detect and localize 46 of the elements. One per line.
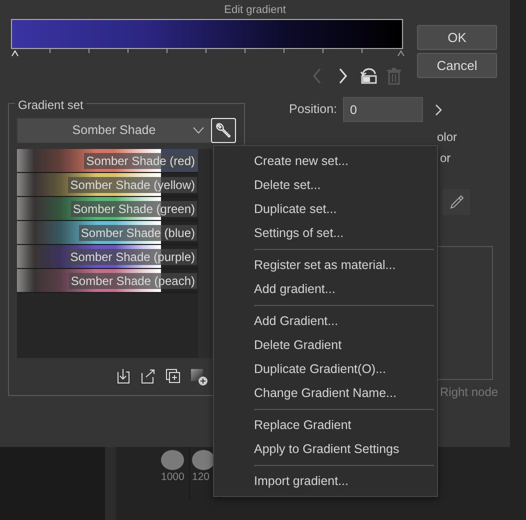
chevron-right-icon[interactable]	[435, 104, 443, 116]
dialog-button[interactable]: OK	[417, 25, 497, 50]
gradient-item[interactable]: Somber Shade (purple)	[17, 245, 198, 269]
menu-item[interactable]: Add gradient...	[214, 277, 437, 301]
menu-item[interactable]: Create new set...	[214, 149, 437, 173]
scrollbar[interactable]	[105, 447, 116, 520]
window-title: Edit gradient	[224, 5, 286, 16]
scrollbar[interactable]	[198, 149, 212, 358]
menu-item[interactable]: Settings of set...	[214, 221, 437, 245]
brush-size-label: 1000	[161, 470, 184, 485]
gradient-item[interactable]: Somber Shade (yellow)	[17, 173, 198, 197]
node-caption: Right node	[440, 384, 498, 401]
option-label: or	[440, 150, 451, 167]
brush-dot-icon	[192, 450, 215, 470]
brush-size-item[interactable]: 120	[190, 447, 221, 499]
menu-item[interactable]: Add Gradient...	[214, 309, 437, 333]
export-icon[interactable]	[140, 368, 156, 384]
gradient-item[interactable]: Somber Shade (red)	[17, 149, 198, 173]
node-ruler[interactable]	[11, 49, 405, 57]
position-field[interactable]: 0	[343, 97, 423, 122]
gradient-item[interactable]: Somber Shade (blue)	[17, 221, 198, 245]
field-label: Position:	[289, 101, 337, 118]
brush-size-item[interactable]: 1000	[159, 447, 190, 499]
menu-item[interactable]: Delete set...	[214, 173, 437, 197]
menu-item[interactable]: Replace Gradient	[214, 413, 437, 437]
gradient-item[interactable]: Somber Shade (green)	[17, 197, 198, 221]
settings-button[interactable]	[211, 118, 236, 143]
import-icon[interactable]	[115, 368, 131, 384]
eyedropper-button[interactable]	[443, 189, 470, 215]
gradient-preview[interactable]	[11, 19, 403, 49]
duplicate-icon[interactable]	[165, 368, 181, 384]
brush-dot-icon	[161, 450, 184, 470]
set-dropdown[interactable]: Somber Shade	[17, 118, 211, 143]
menu-item[interactable]: Delete Gradient	[214, 333, 437, 357]
gradient-item[interactable]: Somber Shade (peach)	[17, 269, 198, 293]
menu-item[interactable]: Register set as material...	[214, 253, 437, 277]
brush-size-label: 120	[192, 470, 210, 485]
dialog-button[interactable]: Cancel	[417, 53, 497, 78]
menu-item[interactable]: Change Gradient Name...	[214, 381, 437, 405]
option-label: olor	[437, 129, 458, 146]
add-gradient-icon[interactable]	[190, 368, 208, 386]
flip-icon[interactable]	[359, 66, 379, 86]
menu-item[interactable]: Duplicate set...	[214, 197, 437, 221]
menu-item[interactable]: Duplicate Gradient(O)...	[214, 357, 437, 381]
wrench-icon	[215, 122, 232, 139]
caret-icon	[193, 127, 204, 134]
